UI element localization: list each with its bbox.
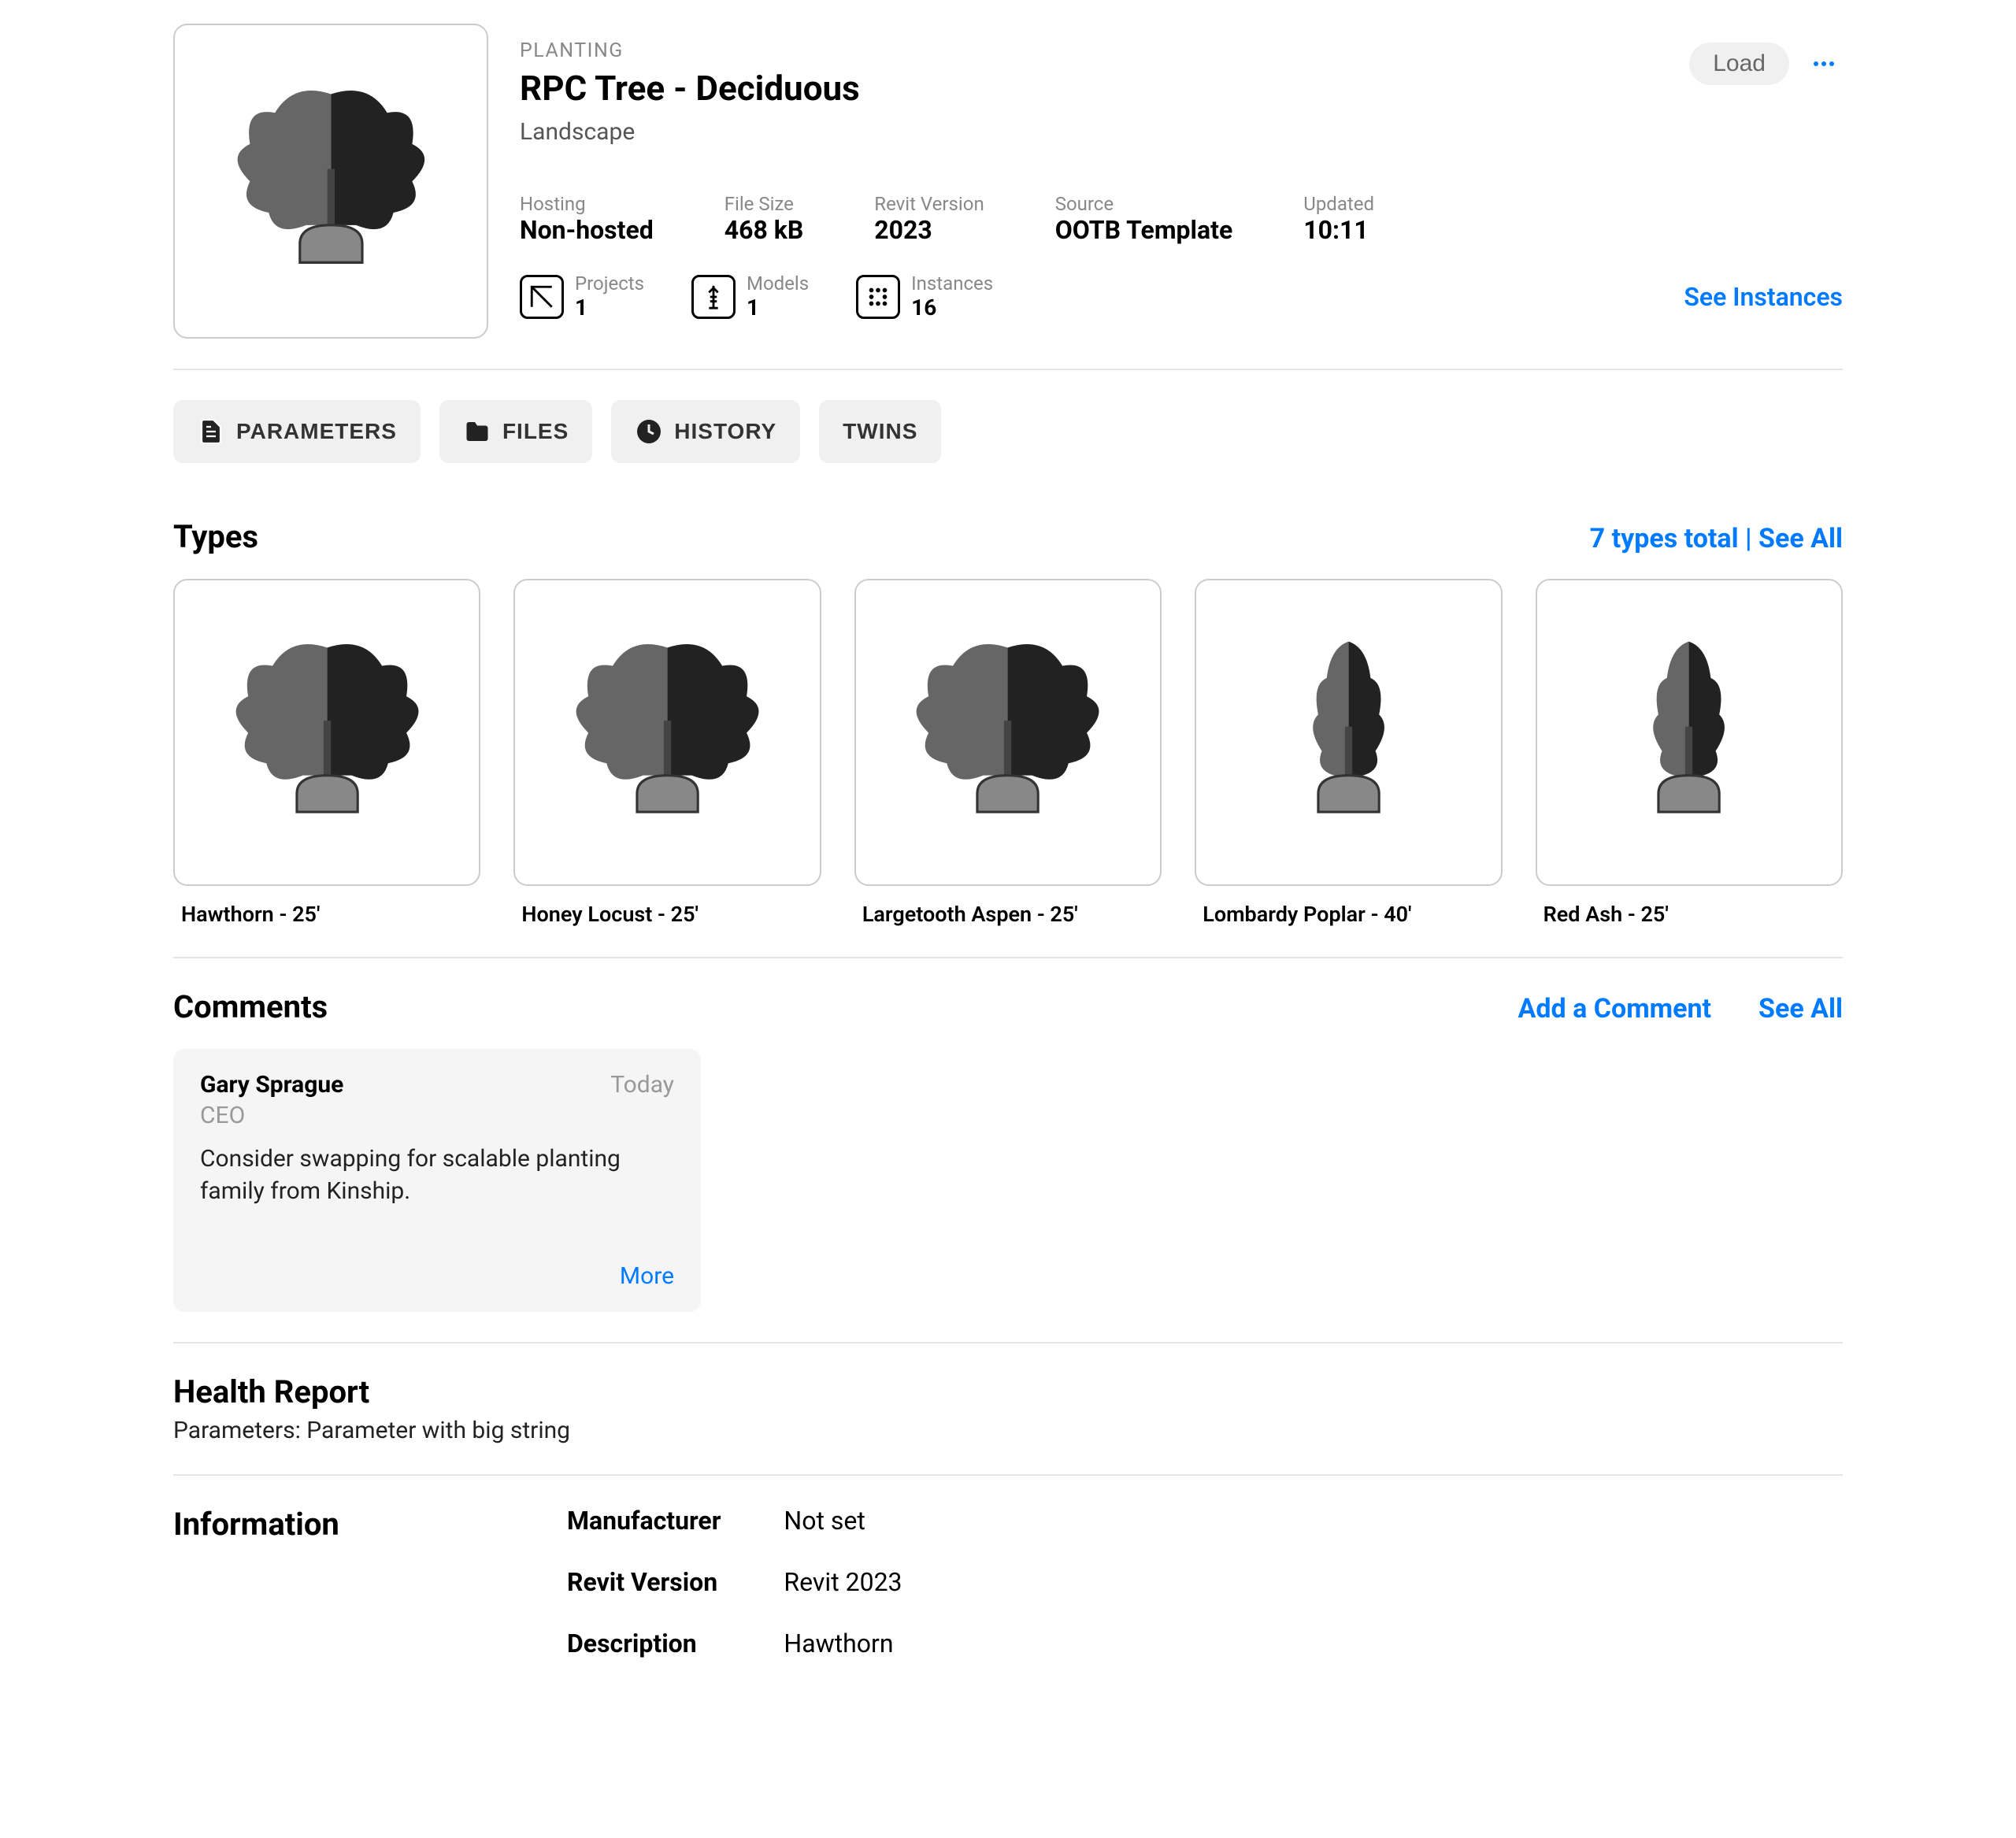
info-label: Revit Version [567,1567,721,1597]
parameters-icon [197,417,225,446]
comment-card[interactable]: Gary Sprague Today CEO Consider swapping… [173,1049,701,1312]
type-preview [1195,579,1502,886]
tab-history[interactable]: HISTORY [611,400,800,463]
comment-body: Consider swapping for scalable planting … [200,1143,674,1207]
type-card[interactable]: Honey Locust - 25' [513,579,821,927]
see-instances-link[interactable]: See Instances [1684,282,1843,312]
types-see-all-link[interactable]: 7 types total | See All [1590,523,1843,554]
comments-see-all-link[interactable]: See All [1758,993,1843,1025]
info-value: Not set [784,1506,902,1536]
meta-revit-version: Revit Version 2023 [874,193,984,245]
type-name: Red Ash - 25' [1536,902,1843,927]
stat-models: Models 1 [691,272,809,321]
load-button[interactable]: Load [1689,43,1789,85]
add-comment-link[interactable]: Add a Comment [1518,993,1712,1025]
type-preview [173,579,480,886]
history-icon [635,417,663,446]
divider [173,957,1843,958]
subtitle: Landscape [520,118,1843,146]
comment-author: Gary Sprague [200,1071,343,1099]
type-name: Lombardy Poplar - 40' [1195,902,1502,927]
stat-instances: Instances 16 [856,272,993,321]
info-title: Information [173,1506,504,1543]
tab-twins[interactable]: TWINS [819,400,941,463]
type-card[interactable]: Red Ash - 25' [1536,579,1843,927]
models-icon [691,275,736,319]
type-card[interactable]: Lombardy Poplar - 40' [1195,579,1502,927]
stat-projects: Projects 1 [520,272,644,321]
divider [173,369,1843,370]
info-label: Description [567,1629,721,1658]
type-preview [854,579,1162,886]
meta-hosting: Hosting Non-hosted [520,193,654,245]
info-value: Hawthorn [784,1629,902,1658]
tab-parameters[interactable]: PARAMETERS [173,400,421,463]
types-title: Types [173,518,258,555]
type-card[interactable]: Hawthorn - 25' [173,579,480,927]
info-label: Manufacturer [567,1506,721,1536]
comments-title: Comments [173,988,328,1025]
type-card[interactable]: Largetooth Aspen - 25' [854,579,1162,927]
divider [173,1474,1843,1476]
type-name: Honey Locust - 25' [513,902,821,927]
type-name: Hawthorn - 25' [173,902,480,927]
family-preview [173,24,488,339]
health-title: Health Report [173,1373,1843,1410]
type-name: Largetooth Aspen - 25' [854,902,1162,927]
comment-more-link[interactable]: More [200,1262,674,1290]
instances-icon [856,275,900,319]
files-icon [463,417,491,446]
more-menu-button[interactable] [1805,45,1843,83]
page-title: RPC Tree - Deciduous [520,68,1843,109]
meta-updated: Updated 10:11 [1303,193,1374,245]
projects-icon [520,275,564,319]
info-value: Revit 2023 [784,1567,902,1597]
type-preview [1536,579,1843,886]
divider [173,1342,1843,1343]
health-detail: Parameters: Parameter with big string [173,1417,1843,1444]
tab-files[interactable]: FILES [439,400,592,463]
type-preview [513,579,821,886]
comment-role: CEO [200,1102,674,1129]
category-label: PLANTING [520,39,1843,62]
meta-source: Source OOTB Template [1055,193,1233,245]
meta-filesize: File Size 468 kB [724,193,804,245]
comment-date: Today [610,1071,674,1099]
